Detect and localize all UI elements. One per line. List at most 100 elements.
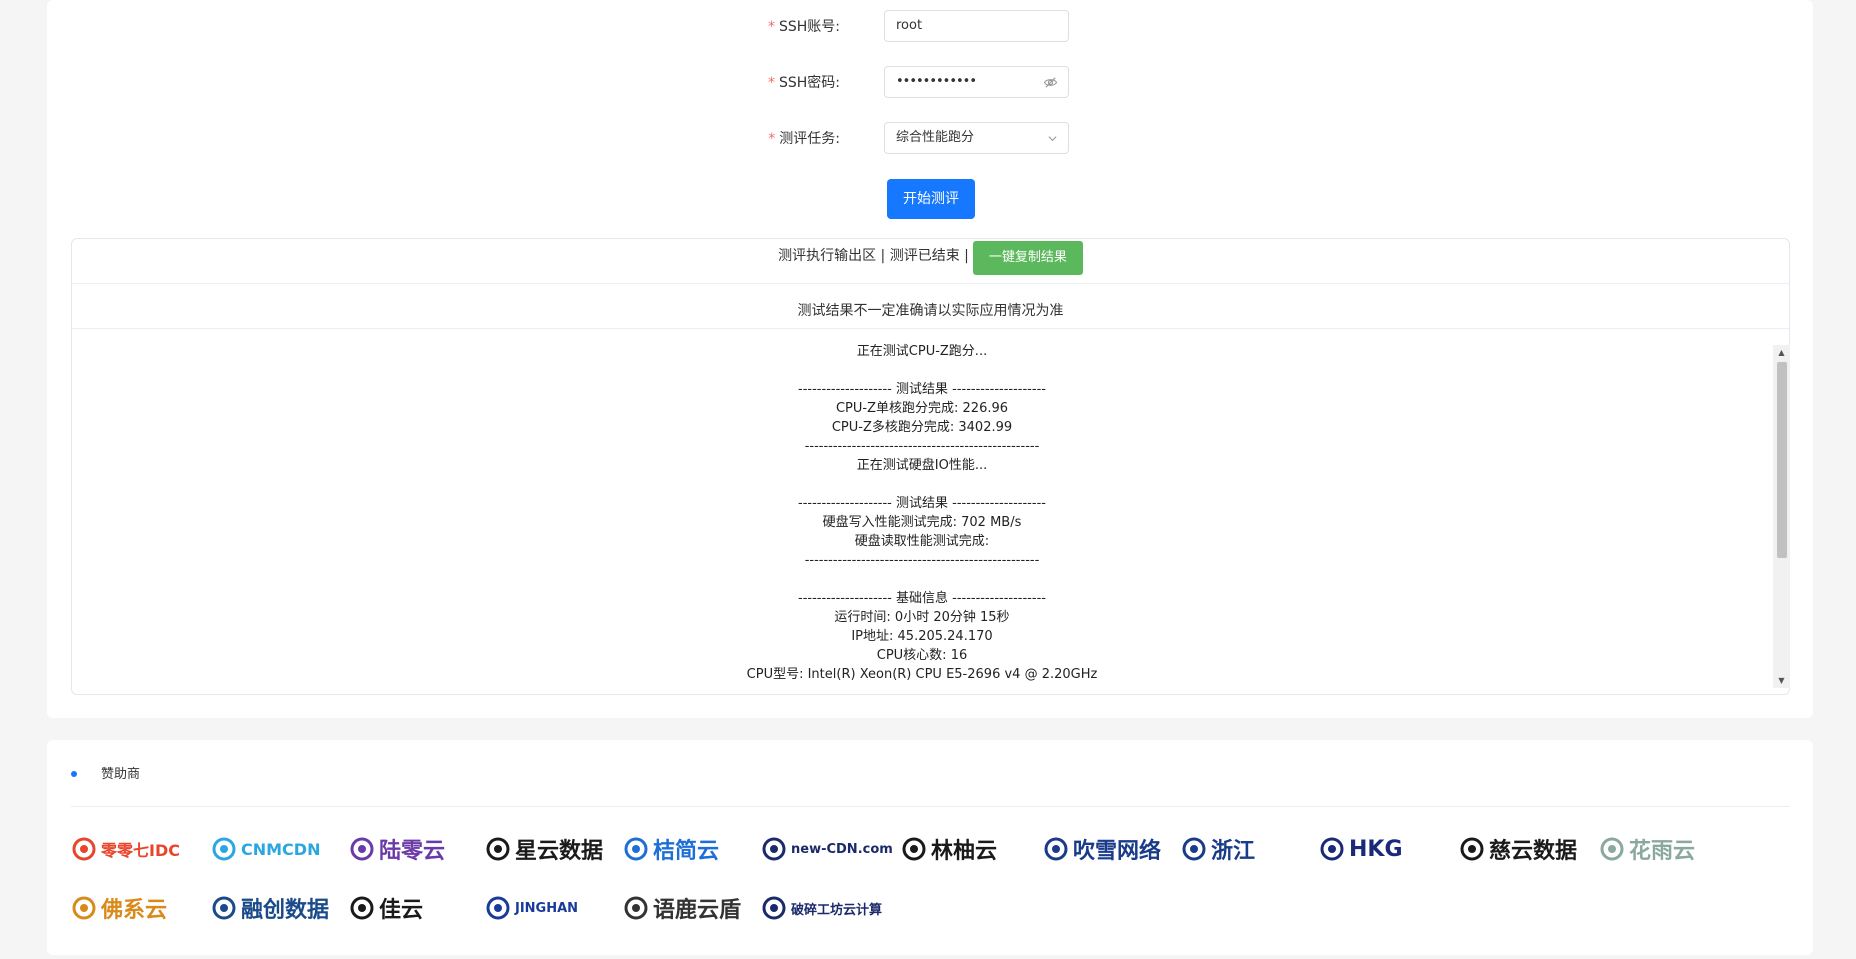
output-line: -------------------- 测试结果 --------------… (798, 382, 1046, 397)
sponsor-logo[interactable]: 佛系云 (71, 885, 167, 931)
swoosh-logo-icon (350, 896, 374, 920)
wing-logo-icon (1460, 837, 1484, 861)
sponsor-logo-text: 佛系云 (101, 898, 168, 923)
flower-logo-icon (1600, 837, 1624, 861)
output-line: CPU-Z多核跑分完成: 3402.99 (831, 420, 1013, 435)
earth-logo-icon (72, 896, 96, 920)
jh-logo-icon (486, 896, 510, 920)
ssh-pass-row: * SSH密码: •••••••••••• (47, 66, 1813, 100)
scroll-up-arrow-icon[interactable]: ▲ (1773, 345, 1790, 360)
ssh-user-row: * SSH账号: root (47, 10, 1813, 44)
wave-logo-icon (350, 837, 374, 861)
task-select[interactable]: 综合性能跑分 (884, 122, 1069, 154)
output-line: 硬盘写入性能测试完成: 702 MB/s (822, 515, 1022, 530)
sponsor-logo[interactable]: JINGHAN (485, 885, 578, 931)
circle-logo-icon (902, 837, 926, 861)
output-line: ----------------------------------------… (804, 439, 1040, 454)
output-line: 正在测试硬盘IO性能... (856, 458, 988, 473)
sponsor-logo-text: 佳云 (379, 898, 424, 923)
sponsor-logo[interactable]: 林柚云 (901, 826, 997, 872)
cloud-logo-icon (624, 837, 648, 861)
sponsor-logo[interactable]: 吹雪网络 (1043, 826, 1161, 872)
ssh-pass-label: * SSH密码: (767, 75, 840, 91)
output-scrollbar[interactable]: ▲ ▼ (1773, 345, 1790, 688)
sponsor-logo-text: 语鹿云盾 (653, 898, 742, 923)
output-header-text: 测评执行输出区 | 测评已结束 | (778, 248, 969, 264)
sponsor-logo-text: 吹雪网络 (1073, 839, 1162, 864)
sponsor-logo[interactable]: new-CDN.com (761, 826, 893, 872)
output-line: CPU核心数: 16 (876, 648, 968, 663)
sponsor-logo[interactable]: 语鹿云盾 (623, 885, 741, 931)
output-log[interactable]: 正在测试CPU-Z跑分... -------------------- 测试结果 … (72, 330, 1772, 694)
sponsor-logo-text: 陆零云 (379, 839, 446, 864)
output-line: 正在测试CPU-Z跑分... (856, 344, 988, 359)
output-line: CPU型号: Intel(R) Xeon(R) CPU E5-2696 v4 @… (746, 667, 1098, 682)
cloud2-logo-icon (212, 896, 236, 920)
ssh-pass-input[interactable]: •••••••••••• (884, 66, 1069, 98)
output-header: 测评执行输出区 | 测评已结束 | 一键复制结果 (72, 239, 1789, 284)
sponsor-logo-text: 星云数据 (515, 839, 604, 864)
sponsor-logo[interactable]: 融创数据 (211, 885, 329, 931)
output-line: -------------------- 测试结果 --------------… (798, 496, 1046, 511)
benchmark-card: * SSH账号: root * SSH密码: •••••••••••• * 测评任务:… (47, 0, 1813, 718)
sponsor-logo-text: 慈云数据 (1489, 839, 1578, 864)
sponsor-logo[interactable]: 陆零云 (349, 826, 445, 872)
output-line: 硬盘读取性能测试完成: (854, 534, 990, 549)
sponsor-logo[interactable]: 破碎工坊云计算 (761, 885, 882, 931)
sponsor-logo[interactable]: CNMCDN (211, 826, 320, 872)
sponsor-logo[interactable]: 慈云数据 (1459, 826, 1577, 872)
sponsor-title: 赞助商 (71, 760, 140, 790)
divider (71, 806, 1790, 807)
start-benchmark-button[interactable]: 开始测评 (887, 179, 975, 219)
sponsor-logo[interactable]: 佳云 (349, 885, 423, 931)
output-line: IP地址: 45.205.24.170 (851, 629, 993, 644)
ssh-user-input[interactable]: root (884, 10, 1069, 42)
sponsor-logo[interactable]: 零零七IDC (71, 826, 180, 872)
sponsor-logo[interactable]: 花雨云 (1599, 826, 1695, 872)
sponsor-logo-text: 零零七IDC (101, 841, 180, 860)
output-lines: 正在测试CPU-Z跑分... -------------------- 测试结果 … (72, 342, 1772, 684)
sponsor-logo[interactable]: HKG (1319, 826, 1403, 872)
swirl-logo-icon (1182, 837, 1206, 861)
output-line: CPU-Z单核跑分完成: 226.96 (835, 401, 1009, 416)
bullet-dot-icon (71, 770, 77, 777)
ssh-user-value: root (896, 18, 923, 33)
output-line: -------------------- 基础信息 --------------… (798, 591, 1046, 606)
scroll-down-arrow-icon[interactable]: ▼ (1773, 673, 1790, 688)
ring-logo-icon (72, 837, 96, 861)
cross-logo-icon (486, 837, 510, 861)
sponsor-logo[interactable]: 浙江 (1181, 826, 1255, 872)
cdn-logo-icon (762, 837, 786, 861)
sponsor-logo-text: 破碎工坊云计算 (791, 902, 883, 918)
badge-logo-icon (624, 896, 648, 920)
task-label: * 测评任务: (768, 131, 840, 147)
sponsor-logo[interactable]: 桔简云 (623, 826, 719, 872)
sponsor-logo[interactable]: 星云数据 (485, 826, 603, 872)
sponsor-logo-text: 桔简云 (653, 839, 720, 864)
sponsor-logo-text: 融创数据 (241, 898, 330, 923)
globe-logo-icon (1044, 837, 1068, 861)
scroll-thumb[interactable] (1777, 362, 1787, 558)
ssh-user-label: * SSH账号: (767, 19, 840, 35)
slash-logo-icon (1320, 837, 1344, 861)
sponsor-logo-text: new-CDN.com (791, 841, 893, 857)
output-panel: 测评执行输出区 | 测评已结束 | 一键复制结果 测试结果不一定准确请以实际应用情… (71, 238, 1790, 695)
sponsor-logo-text: 浙江 (1211, 839, 1256, 864)
output-line: 运行时间: 0小时 20分钟 15秒 (834, 610, 1010, 625)
eye-off-icon[interactable] (1043, 75, 1058, 90)
sponsor-card: 赞助商 零零七IDC CNMCDN 陆零云 星云数据 桔简云 new-CDN.com 林柚云… (47, 740, 1813, 955)
sponsor-logo-text: HKG (1349, 836, 1403, 862)
output-line: ----------------------------------------… (804, 553, 1040, 568)
sponsor-logo-text: 花雨云 (1629, 839, 1696, 864)
sponsor-logo-text: JINGHAN (515, 900, 579, 916)
ssh-pass-value: •••••••••••• (896, 74, 977, 89)
output-notice: 测试结果不一定准确请以实际应用情况为准 (72, 285, 1789, 329)
copy-result-button[interactable]: 一键复制结果 (972, 240, 1083, 275)
chevron-down-icon (1048, 136, 1057, 142)
shield-logo-icon (212, 837, 236, 861)
sponsor-logo-text: CNMCDN (241, 839, 321, 859)
sponsor-logo-text: 林柚云 (931, 839, 998, 864)
